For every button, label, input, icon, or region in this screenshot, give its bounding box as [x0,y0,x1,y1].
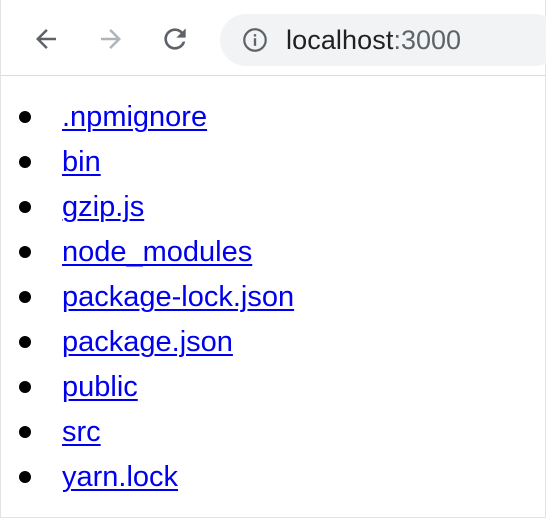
bullet-icon [19,156,31,168]
directory-listing: .npmignore bin gzip.js node_modules pack… [1,77,545,500]
list-item: package.json [1,320,545,365]
bullet-icon [19,336,31,348]
list-item: node_modules [1,230,545,275]
list-item: package-lock.json [1,275,545,320]
back-button[interactable] [29,22,63,56]
list-item: yarn.lock [1,455,545,500]
file-link-yarn-lock[interactable]: yarn.lock [62,461,178,494]
reload-icon [164,28,186,50]
list-item: .npmignore [1,95,545,140]
bullet-icon [19,111,31,123]
reload-button[interactable] [158,22,192,56]
bullet-icon [19,381,31,393]
file-link-gzip-js[interactable]: gzip.js [62,191,144,224]
arrow-left-icon [36,29,56,49]
bullet-icon [19,471,31,483]
bullet-icon [19,201,31,213]
file-link-src[interactable]: src [62,416,101,449]
info-icon[interactable] [240,25,270,55]
arrow-right-icon [101,29,121,49]
bullet-icon [19,246,31,258]
page-content: .npmignore bin gzip.js node_modules pack… [1,77,545,500]
file-link-package-json[interactable]: package.json [62,326,233,359]
file-link-npmignore[interactable]: .npmignore [62,101,207,134]
file-link-package-lock-json[interactable]: package-lock.json [62,281,294,314]
list-item: bin [1,140,545,185]
url-host: localhost [286,24,394,55]
file-link-node-modules[interactable]: node_modules [62,236,252,269]
browser-window: localhost:3000 .npmignore bin gzip.js no… [0,0,546,518]
file-link-public[interactable]: public [62,371,138,404]
bullet-icon [19,426,31,438]
browser-toolbar: localhost:3000 [1,0,546,76]
bullet-icon [19,291,31,303]
list-item: gzip.js [1,185,545,230]
file-link-bin[interactable]: bin [62,146,101,179]
list-item: public [1,365,545,410]
url-port: :3000 [393,24,462,55]
list-item: src [1,410,545,455]
forward-button[interactable] [94,22,128,56]
address-bar[interactable]: localhost:3000 [220,14,546,66]
